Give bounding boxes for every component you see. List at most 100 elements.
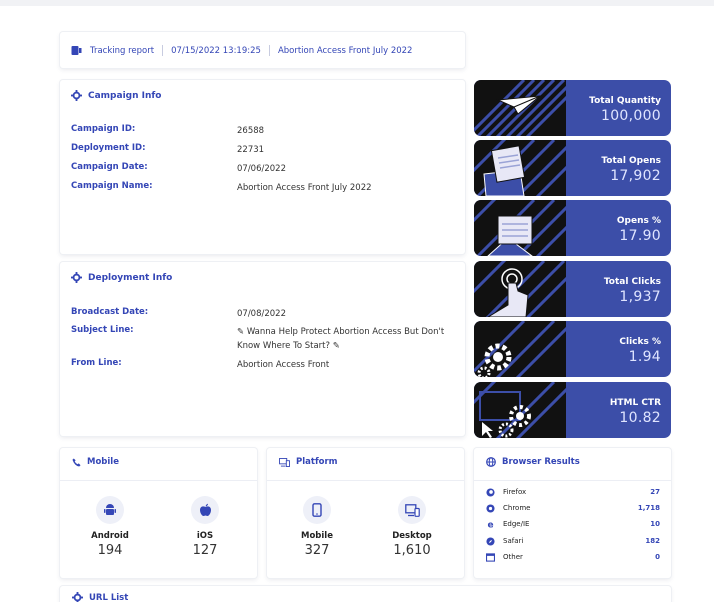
gear-icon: [71, 90, 82, 101]
browser-count: 0: [655, 553, 660, 561]
stat-value: 10.82: [619, 410, 661, 426]
deployment-info-card: Deployment Info Broadcast Date: 07/08/20…: [60, 262, 465, 436]
devices-icon: [279, 457, 290, 467]
stat-value: 17.90: [619, 228, 661, 244]
field-value: 22731: [237, 145, 265, 155]
desktop-platform-stat: Desktop 1,610: [367, 496, 457, 558]
field-value: Abortion Access Front: [237, 360, 330, 370]
total-quantity-tile: Total Quantity 100,000: [474, 80, 671, 136]
field-label: Campaign Name:: [71, 181, 153, 191]
stat-count: 127: [192, 543, 218, 558]
browser-row-safari: Safari 182: [485, 535, 660, 547]
browser-window-icon: [485, 552, 495, 562]
url-list-card: URL List: [60, 586, 671, 602]
field-value: ✎ Wanna Help Protect Abortion Access But…: [237, 327, 445, 351]
report-icon: [71, 45, 82, 56]
platform-card: Platform Mobile 327 Desktop 1,610: [267, 448, 464, 578]
gears-icon: [474, 321, 566, 377]
stat-count: 327: [304, 543, 330, 558]
browser-results-card: Browser Results Firefox 27 Chrome 1,718 …: [474, 448, 671, 578]
report-campaign-title: Abortion Access Front July 2022: [277, 45, 413, 56]
chrome-icon: [485, 503, 495, 513]
divider: [267, 480, 464, 481]
field-label: Subject Line:: [71, 325, 134, 335]
phone-icon: [72, 457, 81, 467]
android-stat: Android 194: [65, 496, 155, 558]
safari-icon: [485, 536, 495, 546]
browser-count: 182: [645, 537, 660, 545]
browser-row-other: Other 0: [485, 551, 660, 563]
divider: [474, 480, 671, 481]
browser-name: Safari: [503, 537, 524, 545]
stat-name: iOS: [196, 531, 214, 541]
stat-count: 194: [97, 543, 123, 558]
stat-name: Android: [91, 531, 129, 541]
envelope-letter-icon: [474, 200, 566, 256]
svg-text:e: e: [487, 520, 493, 528]
field-value: Abortion Access Front July 2022: [237, 183, 372, 193]
gears-cursor-icon: [474, 382, 566, 438]
browser-name: Chrome: [503, 504, 531, 512]
divider: [162, 45, 164, 56]
report-timestamp: 07/15/2022 13:19:25: [171, 45, 261, 56]
stat-name: Desktop: [392, 531, 432, 541]
mobile-phone-icon: [303, 496, 331, 524]
deployment-info-title: Deployment Info: [88, 272, 173, 283]
stat-label: Total Opens: [601, 156, 661, 166]
total-clicks-tile: Total Clicks 1,937: [474, 261, 671, 317]
stat-label: Total Quantity: [589, 96, 661, 106]
ios-stat: iOS 127: [160, 496, 250, 558]
top-divider: [0, 0, 714, 6]
divider: [60, 480, 257, 481]
mobile-platform-stat: Mobile 327: [272, 496, 362, 558]
field-label: Deployment ID:: [71, 143, 146, 153]
stat-count: 1,610: [393, 543, 431, 558]
report-label: Tracking report: [90, 45, 155, 56]
browser-count: 27: [650, 488, 660, 496]
browser-name: Firefox: [503, 488, 527, 496]
stat-name: Mobile: [301, 531, 333, 541]
stat-value: 100,000: [601, 108, 661, 124]
field-label: Campaign Date:: [71, 162, 148, 172]
browser-row-edge: e Edge/IE 10: [485, 518, 660, 530]
total-opens-tile: Total Opens 17,902: [474, 140, 671, 196]
edge-icon: e: [485, 519, 495, 529]
apple-icon: [191, 496, 219, 524]
firefox-icon: [485, 487, 495, 497]
field-label: Campaign ID:: [71, 124, 136, 134]
field-value: 07/08/2022: [237, 309, 286, 319]
mobile-title: Mobile: [87, 457, 119, 467]
stat-label: Total Clicks: [603, 277, 661, 287]
gear-icon: [71, 272, 82, 283]
browser-results-title: Browser Results: [502, 457, 580, 467]
browser-count: 1,718: [637, 504, 660, 512]
campaign-info-title: Campaign Info: [88, 90, 162, 101]
url-list-title: URL List: [89, 592, 129, 602]
desktop-icon: [398, 496, 426, 524]
browser-count: 10: [650, 520, 660, 528]
platform-title: Platform: [296, 457, 338, 467]
campaign-info-card: Campaign Info Campaign ID: 26588 Deploym…: [60, 80, 465, 254]
clicks-percent-tile: Clicks % 1.94: [474, 321, 671, 377]
opens-percent-tile: Opens % 17.90: [474, 200, 671, 256]
field-value: 07/06/2022: [237, 164, 286, 174]
globe-icon: [486, 457, 496, 467]
browser-row-firefox: Firefox 27: [485, 486, 660, 498]
hand-pointer-icon: [474, 261, 566, 317]
gear-icon: [72, 592, 83, 602]
browser-name: Other: [503, 553, 523, 561]
browser-row-chrome: Chrome 1,718: [485, 502, 660, 514]
envelope-open-icon: [474, 140, 566, 196]
stat-label: Clicks %: [619, 337, 661, 347]
stat-label: HTML CTR: [609, 398, 661, 408]
field-label: From Line:: [71, 358, 122, 368]
report-header-bar: Tracking report 07/15/2022 13:19:25 Abor…: [60, 32, 465, 68]
stat-value: 17,902: [610, 168, 661, 184]
field-value: 26588: [237, 126, 265, 136]
android-icon: [96, 496, 124, 524]
html-ctr-tile: HTML CTR 10.82: [474, 382, 671, 438]
browser-name: Edge/IE: [503, 520, 530, 528]
divider: [268, 45, 270, 56]
stat-value: 1,937: [619, 289, 661, 305]
paper-plane-icon: [474, 80, 566, 136]
